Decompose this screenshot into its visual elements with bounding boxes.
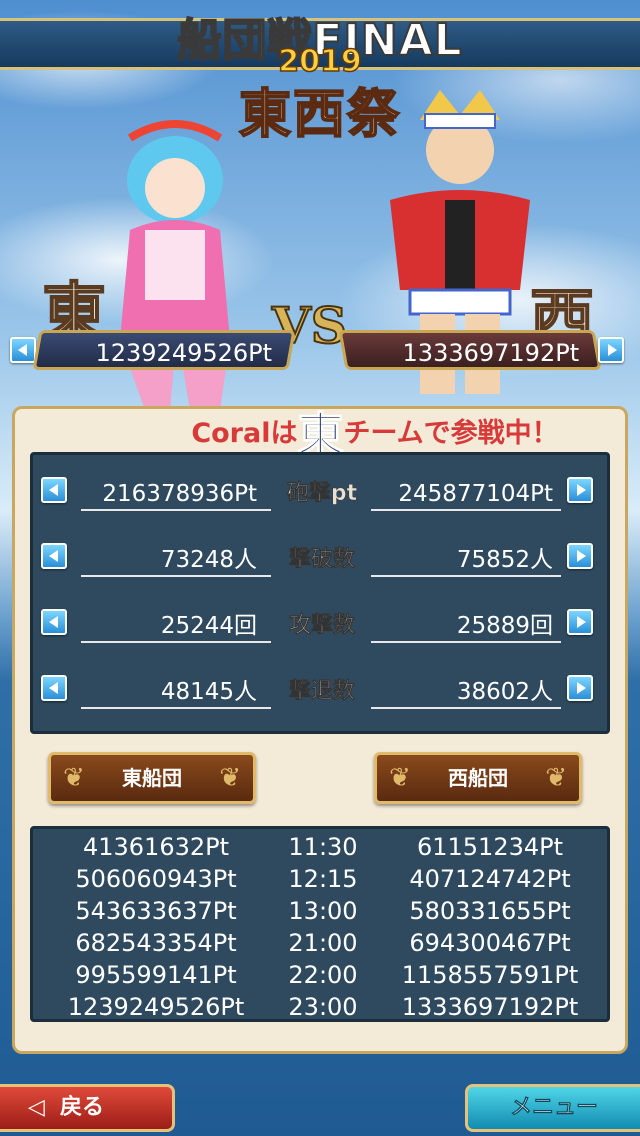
history-time: 21:00 [288, 929, 358, 957]
history-time: 13:00 [288, 897, 358, 925]
stat-left-arrow-icon[interactable] [41, 477, 67, 503]
player-name: Coralは [191, 418, 298, 449]
stats-table: 216378936Pt 砲撃pt 245877104Pt 73248人 撃破数 … [30, 452, 610, 734]
history-east-score: 543633637Pt [75, 897, 237, 925]
back-button-label: 戻る [60, 1095, 105, 1120]
history-west-score: 694300467Pt [409, 929, 571, 957]
history-time: 12:15 [288, 865, 358, 893]
west-stat-value: 245877104Pt [371, 477, 561, 511]
history-time: 22:00 [288, 961, 358, 989]
east-stat-value: 48145人 [81, 675, 271, 709]
stat-label: 撃退数 [288, 679, 356, 705]
stat-left-arrow-icon[interactable] [41, 543, 67, 569]
stat-left-arrow-icon[interactable] [41, 675, 67, 701]
history-east-score: 1239249526Pt [67, 993, 245, 1021]
history-east-score: 506060943Pt [75, 865, 237, 893]
history-row: 1239249526Pt 23:00 1333697192Pt [33, 991, 613, 1023]
stat-row-attacks: 25244回 攻撃数 25889回 [33, 609, 613, 649]
west-fleet-button[interactable]: 西船団 [374, 752, 582, 804]
stat-row-bombard: 216378936Pt 砲撃pt 245877104Pt [33, 477, 613, 517]
history-time: 23:00 [288, 993, 358, 1021]
east-stat-value: 73248人 [81, 543, 271, 577]
history-west-score: 1333697192Pt [401, 993, 579, 1021]
stat-row-defeats: 73248人 撃破数 75852人 [33, 543, 613, 583]
stat-right-arrow-icon[interactable] [567, 609, 593, 635]
west-stat-value: 25889回 [371, 609, 561, 643]
east-stat-value: 25244回 [81, 609, 271, 643]
chevron-left-icon: ◁ [28, 1095, 45, 1120]
stat-left-arrow-icon[interactable] [41, 609, 67, 635]
history-east-score: 995599141Pt [75, 961, 237, 989]
stat-right-arrow-icon[interactable] [567, 543, 593, 569]
stat-right-arrow-icon[interactable] [567, 675, 593, 701]
history-west-score: 1158557591Pt [401, 961, 579, 989]
history-west-score: 61151234Pt [416, 833, 564, 861]
east-score-left-arrow-icon[interactable] [10, 337, 36, 363]
history-row: 506060943Pt 12:15 407124742Pt [33, 863, 613, 895]
stat-row-repels: 48145人 撃退数 38602人 [33, 675, 613, 715]
history-east-score: 41361632Pt [82, 833, 230, 861]
history-west-score: 407124742Pt [409, 865, 571, 893]
menu-button[interactable]: メニュー [465, 1084, 640, 1132]
east-fleet-button[interactable]: 東船団 [48, 752, 256, 804]
stat-label: 攻撃数 [288, 613, 356, 639]
back-button[interactable]: ◁ 戻る [0, 1084, 175, 1132]
history-east-score: 682543354Pt [75, 929, 237, 957]
history-row: 41361632Pt 11:30 61151234Pt [33, 831, 613, 863]
west-stat-value: 38602人 [371, 675, 561, 709]
east-total-score-value: 1239249526Pt [95, 339, 273, 367]
history-row: 543633637Pt 13:00 580331655Pt [33, 895, 613, 927]
history-time: 11:30 [288, 833, 358, 861]
stat-right-arrow-icon[interactable] [567, 477, 593, 503]
team-line-suffix: チームで参戦中！ [343, 418, 559, 449]
west-score-right-arrow-icon[interactable] [598, 337, 624, 363]
history-west-score: 580331655Pt [409, 897, 571, 925]
west-total-score: 1333697192Pt [338, 330, 602, 370]
west-stat-value: 75852人 [371, 543, 561, 577]
history-row: 995599141Pt 22:00 1158557591Pt [33, 959, 613, 991]
stat-label: 撃破数 [288, 547, 356, 573]
history-row: 682543354Pt 21:00 694300467Pt [33, 927, 613, 959]
east-total-score: 1239249526Pt [32, 330, 296, 370]
stat-label: 砲撃pt [286, 481, 358, 507]
west-total-score-value: 1333697192Pt [402, 339, 580, 367]
east-stat-value: 216378936Pt [81, 477, 271, 511]
score-history-table: 41361632Pt 11:30 61151234Pt 506060943Pt … [30, 826, 610, 1022]
